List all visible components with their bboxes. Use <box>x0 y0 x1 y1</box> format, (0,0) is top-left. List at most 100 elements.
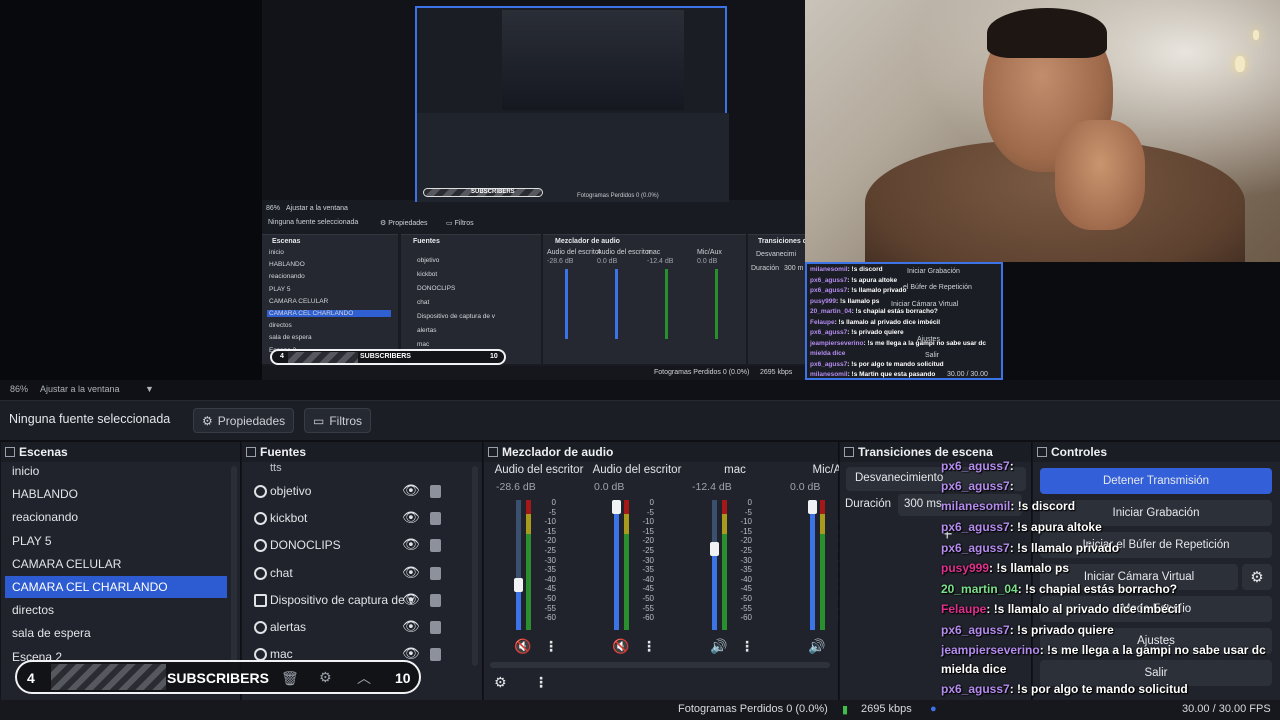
nested-status-kbps: 2695 kbps <box>760 369 793 376</box>
volume-fader-handle[interactable] <box>612 499 621 514</box>
volume-fader-handle[interactable] <box>710 542 719 557</box>
volume-fader-handle[interactable] <box>808 499 817 514</box>
dock-grip-icon[interactable] <box>1037 447 1047 457</box>
eye-icon[interactable]: 👁 <box>402 482 420 499</box>
chat-message: pusy999: !s llamalo ps <box>941 561 1069 575</box>
scene-item[interactable]: reacionando <box>5 506 227 528</box>
nested-duration-label: Duración <box>751 265 780 272</box>
volume-fader-track[interactable] <box>516 500 521 630</box>
meter-tick-label: -30 <box>544 555 556 565</box>
chevron-down-icon[interactable]: ▼ <box>145 384 154 394</box>
chat-username: px6_aguss7 <box>941 623 1010 637</box>
lock-icon[interactable] <box>430 566 441 580</box>
nested-scene-item: sala de espera <box>269 334 312 342</box>
sources-scrollbar[interactable] <box>472 466 478 666</box>
volume-fader-fill <box>614 506 619 630</box>
volume-fader-track[interactable] <box>614 500 619 630</box>
source-item[interactable]: alertas 👁 <box>252 618 472 642</box>
meter-tick-label: -15 <box>642 526 654 536</box>
source-item[interactable]: DONOCLIPS 👁 <box>252 536 472 560</box>
source-toolbar: Ninguna fuente seleccionada ⚙ Propiedade… <box>0 400 1280 440</box>
nested-subscribers-stripes <box>288 352 358 363</box>
chat-message: jeampierseverino: !s me llega a la gampi… <box>941 643 1266 657</box>
volume-fader-track[interactable] <box>810 500 815 630</box>
dock-grip-icon[interactable] <box>246 447 256 457</box>
lock-icon[interactable] <box>430 593 441 607</box>
filters-button[interactable]: ▭ Filtros <box>304 408 372 433</box>
chat-username: px6_aguss7 <box>941 682 1010 696</box>
mixer-scrollbar[interactable] <box>490 662 830 668</box>
gear-icon: ⚙ <box>202 413 213 428</box>
lock-icon[interactable] <box>430 512 441 526</box>
stop-stream-button[interactable]: Detener Transmisión <box>1040 468 1272 494</box>
channel-menu-icon[interactable]: ⋮ <box>642 638 656 655</box>
mixer-settings-gear-icon[interactable]: ⚙ <box>494 674 507 691</box>
meter-tick-label: -20 <box>740 536 752 546</box>
nested-mixer-db: 0.0 dB <box>597 258 618 265</box>
source-item[interactable]: Dispositivo de captura de v 👁 <box>252 591 472 615</box>
eye-icon[interactable]: 👁 <box>402 591 420 608</box>
channel-menu-icon[interactable]: ⋮ <box>740 638 754 655</box>
lock-icon[interactable] <box>430 485 441 498</box>
meter-tick-label: -25 <box>642 545 654 555</box>
nested-source-item: DONOCLIPS <box>417 285 456 292</box>
scene-item[interactable]: directos <box>5 599 227 621</box>
zoom-bar: 86% Ajustar a la ventana ▼ <box>0 380 1280 400</box>
globe-icon <box>254 539 267 553</box>
source-item[interactable]: chat 👁 <box>252 564 472 588</box>
volume-fader-handle[interactable] <box>514 577 523 592</box>
dropped-frames: Fotogramas Perdidos 0 (0.0%) <box>678 703 828 715</box>
virtual-camera-settings-gear-icon[interactable]: ⚙ <box>1242 564 1272 590</box>
preview-canvas[interactable]: SUBSCRIBERS Fotogramas Perdidos 0 (0.0%)… <box>0 0 1280 380</box>
source-item[interactable]: kickbot 👁 <box>252 509 472 533</box>
meter-tick-label: -50 <box>544 593 556 603</box>
lock-icon[interactable] <box>430 648 441 662</box>
source-item-partial[interactable]: tts <box>270 462 282 474</box>
source-label: DONOCLIPS <box>270 538 341 553</box>
mixer-menu-icon[interactable]: ⋮ <box>534 674 548 691</box>
speaker-icon[interactable]: 🔊 <box>710 638 727 655</box>
subscribers-label: SUBSCRIBERS <box>167 670 269 686</box>
eye-icon[interactable]: 👁 <box>402 536 420 553</box>
nested-scene-item: PLAY 5 <box>269 285 291 293</box>
scenes-scrollbar[interactable] <box>231 466 237 676</box>
channel-menu-icon[interactable]: ⋮ <box>544 638 558 655</box>
nested-chat-message: mielda dice <box>810 350 845 357</box>
chevron-up-icon: ︿ <box>357 670 371 686</box>
dock-grip-icon[interactable] <box>488 447 498 457</box>
scene-item[interactable]: HABLANDO <box>5 483 227 505</box>
scene-item[interactable]: inicio <box>5 460 227 482</box>
scene-item[interactable]: CAMARA CEL CHARLANDO <box>5 576 227 598</box>
meter-tick-label: -10 <box>740 517 752 527</box>
nested-subscribers-bar: 4 SUBSCRIBERS 10 <box>270 349 506 365</box>
speaker-muted-icon[interactable]: 🔇 <box>612 638 629 655</box>
meter-tick-label: -60 <box>740 613 752 623</box>
chat-username: 20_martin_04 <box>941 582 1018 596</box>
scene-item[interactable]: CAMARA CELULAR <box>5 553 227 575</box>
volume-fader-track[interactable] <box>712 500 717 630</box>
speaker-muted-icon[interactable]: 🔇 <box>514 638 531 655</box>
nested-chat-message: milanesomil: !s Martin que esta pasando <box>810 371 935 378</box>
scene-item[interactable]: PLAY 5 <box>5 530 227 552</box>
nested-chat-username: px6_aguss7 <box>810 276 848 284</box>
nested-chat-message: px6_aguss7: !s por algo te mando solicit… <box>810 361 944 368</box>
zoom-fit-select[interactable]: Ajustar a la ventana <box>40 384 120 394</box>
lock-icon[interactable] <box>430 621 441 634</box>
meter-tick-label: -35 <box>642 565 654 575</box>
sources-title: Fuentes <box>260 445 307 459</box>
dock-grip-icon[interactable] <box>844 447 854 457</box>
eye-icon[interactable]: 👁 <box>402 509 420 526</box>
source-item[interactable]: objetivo 👁 <box>252 482 472 506</box>
nested-transitions-title: Transiciones d <box>758 238 808 245</box>
scene-item[interactable]: sala de espera <box>5 622 227 644</box>
meter-tick-label: -40 <box>740 574 752 584</box>
level-meter <box>820 500 825 630</box>
eye-icon[interactable]: 👁 <box>402 564 420 581</box>
lock-icon[interactable] <box>430 539 441 553</box>
dock-grip-icon[interactable] <box>5 447 15 457</box>
speaker-icon[interactable]: 🔊 <box>808 638 825 655</box>
eye-icon[interactable]: 👁 <box>402 618 420 635</box>
chat-text: : !s por algo te mando solicitud <box>1009 682 1188 696</box>
gear-icon: ⚙ <box>319 669 332 685</box>
properties-button[interactable]: ⚙ Propiedades <box>193 408 295 433</box>
